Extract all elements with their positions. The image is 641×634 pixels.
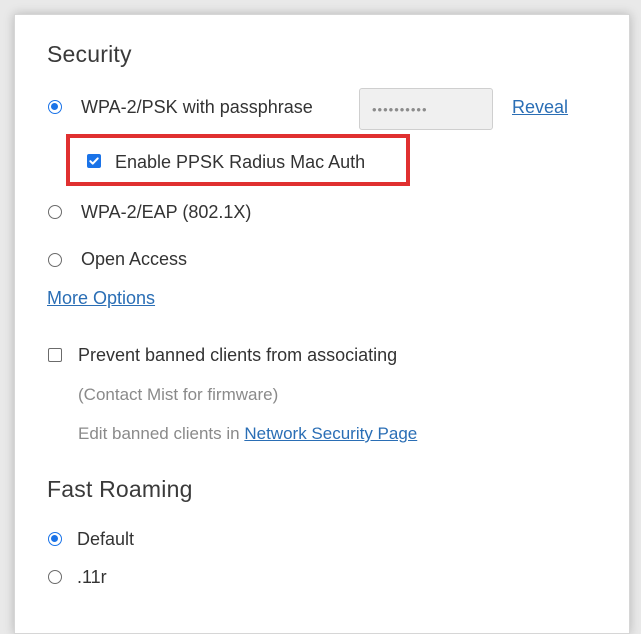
network-security-link[interactable]: Network Security Page [244,424,417,443]
prevent-banned-checkbox[interactable] [48,348,62,362]
wpa2-eap-label: WPA-2/EAP (802.1X) [81,202,252,222]
wpa2-eap-radio[interactable] [48,205,62,219]
wlan-settings-panel: Security WPA-2/PSK with passphrase Revea… [14,14,630,634]
security-section-title: Security [47,41,132,67]
ppsk-radius-checkbox[interactable] [87,154,101,168]
edit-banned-line: Edit banned clients in Network Security … [78,424,417,444]
prevent-banned-label: Prevent banned clients from associating [78,345,398,365]
fast-roaming-11r-radio[interactable] [48,570,62,584]
edit-banned-prefix: Edit banned clients in [78,424,240,443]
open-access-label: Open Access [81,249,188,269]
checkmark-icon [89,157,99,165]
reveal-link[interactable]: Reveal [512,97,568,118]
wpa2-psk-label: WPA-2/PSK with passphrase [81,97,313,117]
open-access-radio[interactable] [48,253,62,267]
fast-roaming-default-label: Default [77,529,135,549]
fast-roaming-section-title: Fast Roaming [47,476,193,502]
ppsk-radius-label: Enable PPSK Radius Mac Auth [115,152,366,172]
fast-roaming-default-radio[interactable] [48,532,62,546]
more-options-link[interactable]: More Options [47,288,155,309]
firmware-note: (Contact Mist for firmware) [78,385,279,404]
wpa2-psk-radio[interactable] [48,100,62,114]
fast-roaming-11r-label: .11r [77,567,107,587]
passphrase-input[interactable] [359,88,493,130]
